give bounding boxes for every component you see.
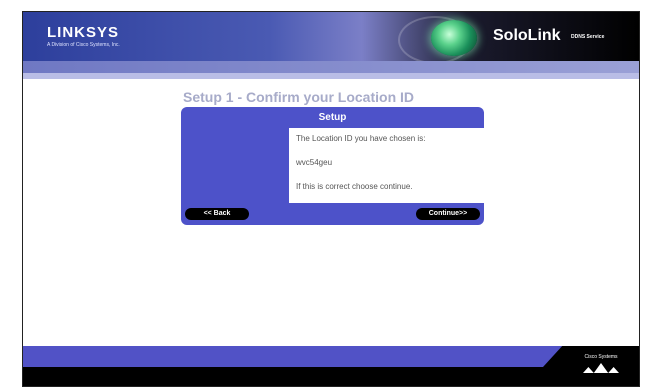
app-frame: LINKSYS A Division of Cisco Systems, Inc… bbox=[22, 11, 640, 387]
setup-panel: The Location ID you have chosen is: wvc5… bbox=[181, 128, 484, 203]
header-stripe bbox=[23, 61, 639, 73]
cisco-label: Cisco Systems bbox=[584, 354, 618, 360]
linksys-logo: LINKSYS A Division of Cisco Systems, Inc… bbox=[47, 24, 120, 48]
panel-footer: << Back Continue>> bbox=[181, 203, 484, 225]
continue-button[interactable]: Continue>> bbox=[416, 208, 480, 220]
confirm-instructions: If this is correct choose continue. bbox=[296, 182, 413, 191]
panel-title: Setup bbox=[181, 107, 484, 128]
brand-name: LINKSYS bbox=[47, 24, 120, 41]
brand-subtitle: A Division of Cisco Systems, Inc. bbox=[47, 42, 120, 48]
back-button[interactable]: << Back bbox=[185, 208, 249, 220]
location-id-value: wvc54geu bbox=[296, 158, 333, 167]
page-title: Setup 1 - Confirm your Location ID bbox=[183, 89, 415, 105]
panel-content: The Location ID you have chosen is: wvc5… bbox=[289, 128, 484, 203]
product-name: SoloLink bbox=[493, 27, 561, 44]
cisco-logo: Cisco Systems bbox=[583, 354, 619, 373]
footer-bottom bbox=[23, 367, 639, 386]
cisco-bridge-icon bbox=[583, 363, 619, 373]
location-id-label: The Location ID you have chosen is: bbox=[296, 134, 426, 143]
product-subtitle: DDNS Service bbox=[571, 34, 605, 40]
header-stripe-light bbox=[23, 73, 639, 79]
globe-icon bbox=[431, 20, 477, 56]
